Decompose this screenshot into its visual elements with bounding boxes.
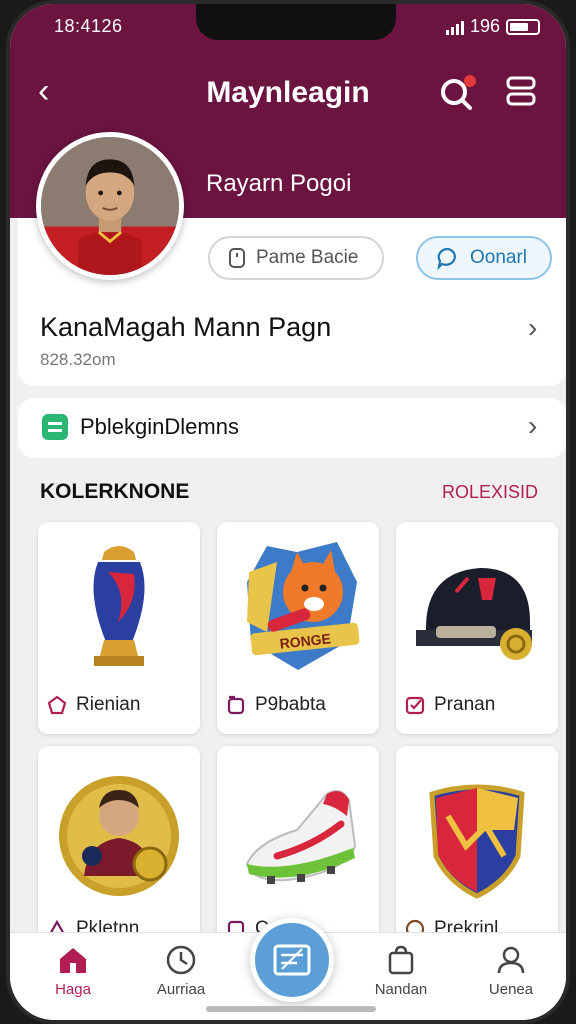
nav-item-profile[interactable]: Uenea bbox=[466, 943, 556, 998]
item-type-icon bbox=[47, 695, 67, 715]
profile-icon bbox=[497, 946, 525, 974]
search-icon[interactable] bbox=[436, 72, 480, 112]
collection-item[interactable]: Prekrinl bbox=[396, 746, 558, 958]
pill-button-one[interactable]: Pame Bacie bbox=[208, 236, 384, 280]
pill-two-label: Oonarl bbox=[470, 247, 528, 268]
cleat-icon bbox=[245, 790, 357, 884]
chevron-right-icon: › bbox=[528, 410, 538, 441]
collection-item-caption: Rienian bbox=[46, 694, 140, 716]
coin-icon bbox=[59, 776, 179, 896]
list-icon bbox=[42, 414, 68, 440]
mascot-badge-icon: RONGE bbox=[247, 542, 360, 670]
collection-title: KOLERKNONE bbox=[40, 480, 190, 503]
profile-subtext: 828.32om bbox=[40, 350, 116, 369]
pill-button-two[interactable]: Oonarl bbox=[416, 236, 552, 280]
battery-text: 196 bbox=[469, 16, 500, 36]
page-title: Maynleagin bbox=[206, 76, 370, 109]
collection-item[interactable]: Pkletnn bbox=[38, 746, 200, 958]
chevron-right-icon[interactable]: › bbox=[528, 312, 537, 344]
card-icon bbox=[273, 944, 311, 976]
pill-one-label: Pame Bacie bbox=[256, 247, 359, 268]
item-type-icon bbox=[227, 695, 245, 715]
list-row[interactable]: PblekginDlemns › bbox=[18, 398, 566, 458]
list-row-label: PblekginDlemns bbox=[80, 414, 239, 439]
home-icon bbox=[60, 948, 86, 973]
collection-see-all-link[interactable]: ROLEXISID bbox=[442, 482, 538, 503]
item-type-icon bbox=[405, 696, 425, 715]
collection-item-caption: Pranan bbox=[404, 694, 495, 716]
collection-item[interactable]: Rienian bbox=[38, 522, 200, 734]
collection-item[interactable]: RONGE P9babta bbox=[217, 522, 379, 734]
phone-icon bbox=[229, 248, 245, 268]
center-action-button[interactable] bbox=[250, 918, 334, 1002]
top-bar: ‹ Maynleagin bbox=[10, 68, 566, 118]
avatar[interactable] bbox=[36, 132, 184, 280]
profile-name: KanaMagah Mann Pagn bbox=[40, 312, 332, 342]
battery-icon bbox=[506, 18, 540, 35]
phone-screen: 18:4126 196 ‹ Maynleagin Rayarn Pogoi Pa… bbox=[6, 0, 570, 1024]
nav-item-activity[interactable]: Aurriaa bbox=[136, 943, 226, 998]
status-time: 18:4126 bbox=[54, 16, 123, 36]
menu-icon[interactable] bbox=[504, 74, 538, 108]
clock-icon bbox=[166, 945, 196, 975]
nav-item-home[interactable]: Haga bbox=[28, 943, 118, 998]
chat-icon bbox=[437, 247, 456, 270]
bag-icon bbox=[388, 945, 414, 975]
collection-item[interactable]: Pranan bbox=[396, 522, 558, 734]
status-icons: 196 bbox=[445, 16, 540, 37]
helmet-icon bbox=[416, 568, 532, 660]
collection-item-caption: P9babta bbox=[225, 694, 326, 716]
status-bar: 18:4126 196 bbox=[10, 16, 566, 40]
shield-crest-icon bbox=[429, 784, 525, 899]
nav-item-shop[interactable]: Nandan bbox=[356, 943, 446, 998]
trophy-icon bbox=[93, 546, 145, 666]
signal-icon bbox=[445, 19, 464, 35]
home-indicator bbox=[206, 1006, 376, 1012]
username: Rayarn Pogoi bbox=[206, 170, 352, 197]
